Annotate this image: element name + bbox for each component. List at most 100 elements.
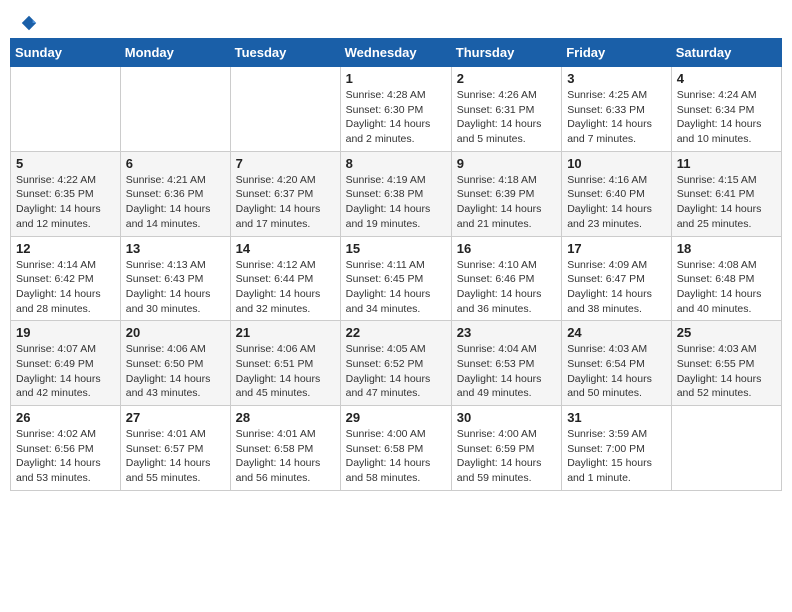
day-of-week-header: Monday — [120, 39, 230, 67]
calendar-cell: 18Sunrise: 4:08 AM Sunset: 6:48 PM Dayli… — [671, 236, 781, 321]
day-info: Sunrise: 4:20 AM Sunset: 6:37 PM Dayligh… — [236, 173, 335, 232]
day-number: 30 — [457, 410, 556, 425]
day-of-week-header: Saturday — [671, 39, 781, 67]
logo-icon — [20, 14, 38, 32]
calendar-cell: 12 Sunrise: 4:14 AM Sunset: 6:42 PM Dayli… — [11, 236, 121, 321]
day-info: Sunrise: 4:15 AM Sunset: 6:41 PM Dayligh… — [677, 173, 776, 232]
day-number: 17 — [567, 241, 666, 256]
day-number: 21 — [236, 325, 335, 340]
day-info: Sunrise: 4:02 AM Sunset: 6:56 PM Dayligh… — [16, 427, 115, 486]
day-of-week-header: Thursday — [451, 39, 561, 67]
day-number: 24 — [567, 325, 666, 340]
day-info: Sunrise: 4:10 AM Sunset: 6:46 PM Dayligh… — [457, 258, 556, 317]
day-info: Sunrise: 4:24 AM Sunset: 6:34 PM Dayligh… — [677, 88, 776, 147]
calendar-cell: 16 Sunrise: 4:10 AM Sunset: 6:46 PM Dayli… — [451, 236, 561, 321]
day-number: 25 — [677, 325, 776, 340]
day-info: Sunrise: 4:26 AM Sunset: 6:31 PM Dayligh… — [457, 88, 556, 147]
day-info: Sunrise: 4:01 AM Sunset: 6:58 PM Dayligh… — [236, 427, 335, 486]
calendar-cell: 25 Sunrise: 4:03 AM Sunset: 6:55 PM Dayli… — [671, 321, 781, 406]
logo — [18, 14, 38, 26]
day-number: 1 — [346, 71, 446, 86]
day-info: Sunrise: 4:22 AM Sunset: 6:35 PM Dayligh… — [16, 173, 115, 232]
calendar-header-row: SundayMondayTuesdayWednesdayThursdayFrid… — [11, 39, 782, 67]
day-info: Sunrise: 4:06 AM Sunset: 6:51 PM Dayligh… — [236, 342, 335, 401]
day-number: 26 — [16, 410, 115, 425]
day-number: 12 — [16, 241, 115, 256]
day-number: 18 — [677, 241, 776, 256]
calendar-cell: 15 Sunrise: 4:11 AM Sunset: 6:45 PM Dayli… — [340, 236, 451, 321]
day-of-week-header: Sunday — [11, 39, 121, 67]
calendar-cell: 13 Sunrise: 4:13 AM Sunset: 6:43 PM Dayli… — [120, 236, 230, 321]
day-info: Sunrise: 4:03 AM Sunset: 6:54 PM Dayligh… — [567, 342, 666, 401]
day-number: 15 — [346, 241, 446, 256]
day-info: Sunrise: 4:11 AM Sunset: 6:45 PM Dayligh… — [346, 258, 446, 317]
day-info: Sunrise: 4:05 AM Sunset: 6:52 PM Dayligh… — [346, 342, 446, 401]
calendar-cell: 23 Sunrise: 4:04 AM Sunset: 6:53 PM Dayli… — [451, 321, 561, 406]
day-of-week-header: Wednesday — [340, 39, 451, 67]
calendar-week-row: 5 Sunrise: 4:22 AM Sunset: 6:35 PM Daylig… — [11, 151, 782, 236]
day-info: Sunrise: 4:14 AM Sunset: 6:42 PM Dayligh… — [16, 258, 115, 317]
calendar-cell: 26 Sunrise: 4:02 AM Sunset: 6:56 PM Dayli… — [11, 406, 121, 491]
calendar-cell: 27 Sunrise: 4:01 AM Sunset: 6:57 PM Dayli… — [120, 406, 230, 491]
calendar-cell: 9Sunrise: 4:18 AM Sunset: 6:39 PM Daylig… — [451, 151, 561, 236]
day-info: Sunrise: 4:18 AM Sunset: 6:39 PM Dayligh… — [457, 173, 556, 232]
day-number: 2 — [457, 71, 556, 86]
calendar-cell — [671, 406, 781, 491]
day-info: Sunrise: 4:03 AM Sunset: 6:55 PM Dayligh… — [677, 342, 776, 401]
day-info: Sunrise: 4:01 AM Sunset: 6:57 PM Dayligh… — [126, 427, 225, 486]
day-number: 19 — [16, 325, 115, 340]
header — [10, 10, 782, 30]
day-info: Sunrise: 4:28 AM Sunset: 6:30 PM Dayligh… — [346, 88, 446, 147]
day-number: 7 — [236, 156, 335, 171]
day-number: 22 — [346, 325, 446, 340]
day-number: 8 — [346, 156, 446, 171]
day-number: 5 — [16, 156, 115, 171]
calendar-cell: 31 Sunrise: 3:59 AM Sunset: 7:00 PM Dayli… — [562, 406, 672, 491]
calendar-cell — [230, 67, 340, 152]
calendar-table: SundayMondayTuesdayWednesdayThursdayFrid… — [10, 38, 782, 491]
calendar-cell: 6 Sunrise: 4:21 AM Sunset: 6:36 PM Daylig… — [120, 151, 230, 236]
calendar-cell: 29Sunrise: 4:00 AM Sunset: 6:58 PM Dayli… — [340, 406, 451, 491]
day-number: 3 — [567, 71, 666, 86]
calendar-cell: 2 Sunrise: 4:26 AM Sunset: 6:31 PM Daylig… — [451, 67, 561, 152]
day-number: 16 — [457, 241, 556, 256]
calendar-cell: 1 Sunrise: 4:28 AM Sunset: 6:30 PM Daylig… — [340, 67, 451, 152]
calendar-week-row: 1 Sunrise: 4:28 AM Sunset: 6:30 PM Daylig… — [11, 67, 782, 152]
day-number: 31 — [567, 410, 666, 425]
day-number: 10 — [567, 156, 666, 171]
calendar-cell: 11 Sunrise: 4:15 AM Sunset: 6:41 PM Dayli… — [671, 151, 781, 236]
day-info: Sunrise: 4:21 AM Sunset: 6:36 PM Dayligh… — [126, 173, 225, 232]
day-info: Sunrise: 4:16 AM Sunset: 6:40 PM Dayligh… — [567, 173, 666, 232]
day-info: Sunrise: 4:04 AM Sunset: 6:53 PM Dayligh… — [457, 342, 556, 401]
day-number: 13 — [126, 241, 225, 256]
day-number: 23 — [457, 325, 556, 340]
day-number: 27 — [126, 410, 225, 425]
calendar-week-row: 26 Sunrise: 4:02 AM Sunset: 6:56 PM Dayli… — [11, 406, 782, 491]
day-number: 14 — [236, 241, 335, 256]
day-info: Sunrise: 4:00 AM Sunset: 6:59 PM Dayligh… — [457, 427, 556, 486]
day-number: 6 — [126, 156, 225, 171]
day-info: Sunrise: 3:59 AM Sunset: 7:00 PM Dayligh… — [567, 427, 666, 486]
calendar-cell: 24 Sunrise: 4:03 AM Sunset: 6:54 PM Dayli… — [562, 321, 672, 406]
calendar-cell: 19 Sunrise: 4:07 AM Sunset: 6:49 PM Dayli… — [11, 321, 121, 406]
day-of-week-header: Friday — [562, 39, 672, 67]
day-number: 20 — [126, 325, 225, 340]
calendar-cell: 22 Sunrise: 4:05 AM Sunset: 6:52 PM Dayli… — [340, 321, 451, 406]
calendar-cell: 7 Sunrise: 4:20 AM Sunset: 6:37 PM Daylig… — [230, 151, 340, 236]
day-info: Sunrise: 4:09 AM Sunset: 6:47 PM Dayligh… — [567, 258, 666, 317]
calendar-cell: 21 Sunrise: 4:06 AM Sunset: 6:51 PM Dayli… — [230, 321, 340, 406]
calendar-cell: 17 Sunrise: 4:09 AM Sunset: 6:47 PM Dayli… — [562, 236, 672, 321]
calendar-cell: 20Sunrise: 4:06 AM Sunset: 6:50 PM Dayli… — [120, 321, 230, 406]
day-number: 11 — [677, 156, 776, 171]
calendar-cell — [120, 67, 230, 152]
calendar-cell: 4Sunrise: 4:24 AM Sunset: 6:34 PM Daylig… — [671, 67, 781, 152]
day-info: Sunrise: 4:13 AM Sunset: 6:43 PM Dayligh… — [126, 258, 225, 317]
day-info: Sunrise: 4:00 AM Sunset: 6:58 PM Dayligh… — [346, 427, 446, 486]
day-info: Sunrise: 4:25 AM Sunset: 6:33 PM Dayligh… — [567, 88, 666, 147]
calendar-cell: 10 Sunrise: 4:16 AM Sunset: 6:40 PM Dayli… — [562, 151, 672, 236]
day-info: Sunrise: 4:12 AM Sunset: 6:44 PM Dayligh… — [236, 258, 335, 317]
day-info: Sunrise: 4:19 AM Sunset: 6:38 PM Dayligh… — [346, 173, 446, 232]
calendar-cell: 28Sunrise: 4:01 AM Sunset: 6:58 PM Dayli… — [230, 406, 340, 491]
day-info: Sunrise: 4:07 AM Sunset: 6:49 PM Dayligh… — [16, 342, 115, 401]
calendar-cell: 14 Sunrise: 4:12 AM Sunset: 6:44 PM Dayli… — [230, 236, 340, 321]
